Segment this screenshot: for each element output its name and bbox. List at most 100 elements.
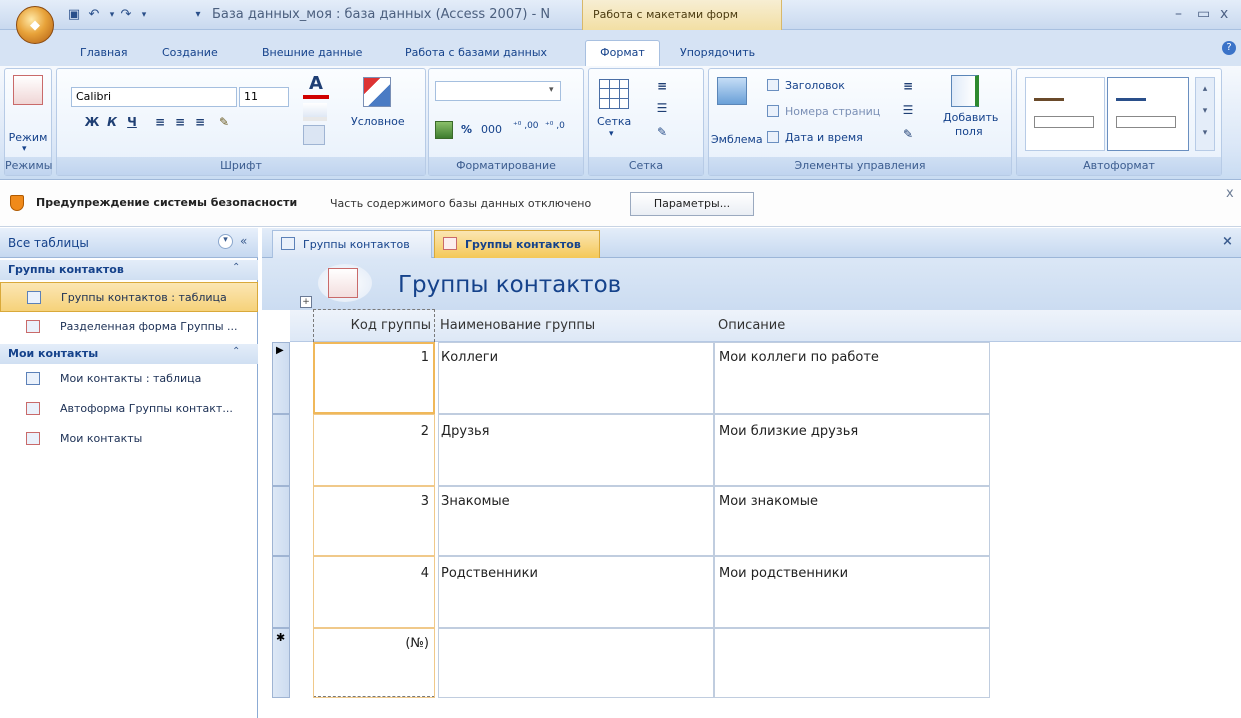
tab-create[interactable]: Создание (162, 46, 218, 59)
office-button[interactable]: ◆ (16, 6, 54, 44)
line-color-icon[interactable]: ✎ (653, 123, 671, 141)
autoformat-scroll[interactable]: ▴ ▾ ▾ (1195, 77, 1215, 151)
autoformat-preview-1[interactable] (1025, 77, 1105, 151)
font-group: Calibri 11 A Условное Ж К Ч ≡ ≡ ≡ ✎ Шриф… (56, 68, 426, 176)
number-format-dropdown-icon[interactable]: ▾ (549, 85, 554, 95)
redo-icon[interactable]: ↷ (118, 7, 134, 23)
controls-group: Эмблема Заголовок Номера страниц Дата и … (708, 68, 1012, 176)
id-value: 4 (420, 566, 429, 581)
nav-item-form[interactable]: Разделенная форма Группы ... (0, 312, 258, 342)
close-security-bar-icon[interactable]: x (1226, 186, 1234, 201)
id-value: 2 (420, 424, 429, 439)
align-right-icon[interactable]: ≡ (191, 113, 209, 131)
tab-home[interactable]: Главная (80, 46, 128, 59)
nav-group-header[interactable]: Мои контакты (0, 344, 258, 364)
record-selector[interactable] (272, 556, 290, 628)
help-icon[interactable]: ? (1222, 41, 1236, 55)
number-format-field[interactable] (435, 81, 561, 101)
preview-field-mark (1034, 116, 1094, 128)
nav-item-label: Мои контакты (60, 432, 143, 445)
page-numbers-button[interactable]: Номера страниц (785, 105, 880, 118)
date-time-button[interactable]: Дата и время (785, 131, 863, 144)
new-record-marker: ✱ (276, 631, 286, 644)
collapse-group-icon[interactable]: ⌃ (232, 262, 240, 273)
collapse-nav-icon[interactable]: « (240, 234, 247, 248)
conditional-format-icon (363, 77, 391, 107)
form-icon (26, 320, 40, 333)
thousands-button[interactable]: 000 (481, 123, 502, 136)
grid-dropdown-icon[interactable]: ▾ (609, 129, 614, 139)
conditional-format-button[interactable]: Условное (351, 115, 405, 128)
nav-menu-dropdown-icon[interactable]: ▾ (218, 234, 233, 249)
column-header[interactable]: Описание (718, 318, 785, 333)
collapse-group-icon[interactable]: ⌃ (232, 346, 240, 357)
redo-dropdown-icon[interactable]: ▾ (136, 7, 152, 23)
title-icon (767, 79, 779, 91)
minimize-icon[interactable]: – (1175, 6, 1182, 22)
format-painter-icon[interactable]: ✎ (215, 113, 233, 131)
font-caption: Шрифт (57, 157, 425, 175)
nav-item-form[interactable]: Автоформа Группы контакт... (0, 394, 258, 424)
record-selector[interactable]: ✱ (272, 628, 290, 698)
nav-item-label: Группы контактов : таблица (61, 291, 227, 304)
options-button[interactable]: Параметры... (630, 192, 754, 216)
border-width-icon[interactable]: ☰ (899, 101, 917, 119)
form-icon (26, 402, 40, 415)
restore-icon[interactable]: ▭ (1197, 6, 1210, 22)
name-cell[interactable] (438, 628, 714, 698)
view-dropdown-icon[interactable]: ▾ (22, 144, 27, 154)
align-left-icon[interactable]: ≡ (151, 113, 169, 131)
tab-database-tools[interactable]: Работа с базами данных (405, 46, 547, 59)
border-style-icon[interactable]: ≡ (899, 77, 917, 95)
record-selector[interactable] (272, 486, 290, 556)
nav-item-table[interactable]: Мои контакты : таблица (0, 364, 258, 394)
autoformat-preview-2[interactable] (1107, 77, 1189, 151)
view-button[interactable]: Режим (5, 131, 51, 144)
font-size-field[interactable]: 11 (239, 87, 289, 107)
align-center-icon[interactable]: ≡ (171, 113, 189, 131)
currency-icon[interactable] (435, 121, 453, 139)
decrease-decimals-icon[interactable]: ⁺⁰ ,0 (545, 121, 565, 131)
italic-button[interactable]: К (103, 113, 121, 131)
add-fields-button-2[interactable]: поля (955, 125, 983, 138)
font-name-field[interactable]: Calibri (71, 87, 237, 107)
underline-button[interactable]: Ч (123, 113, 141, 131)
save-icon[interactable]: ▣ (66, 7, 82, 23)
close-icon[interactable]: x (1220, 6, 1228, 22)
logo-button[interactable]: Эмблема (711, 133, 763, 146)
title-button[interactable]: Заголовок (785, 79, 845, 92)
layout-select-icon[interactable]: + (300, 296, 312, 308)
record-selector[interactable]: ▶ (272, 342, 290, 414)
column-header[interactable]: Наименование группы (440, 318, 595, 333)
tab-external-data[interactable]: Внешние данные (262, 46, 362, 59)
column-header[interactable]: Код группы (313, 318, 435, 333)
grid-caption: Сетка (589, 157, 703, 175)
office-logo-icon: ◆ (30, 17, 40, 33)
increase-decimals-icon[interactable]: ⁺⁰ ,00 (513, 121, 539, 131)
tab-arrange[interactable]: Упорядочить (680, 46, 755, 59)
description-cell[interactable] (714, 628, 990, 698)
nav-item-table[interactable]: Группы контактов : таблица (0, 282, 258, 312)
fill-color-icon[interactable] (303, 103, 327, 121)
close-document-icon[interactable]: × (1222, 234, 1233, 249)
nav-item-form[interactable]: Мои контакты (0, 424, 258, 454)
nav-group-header[interactable]: Группы контактов (0, 260, 258, 280)
record-selector[interactable] (272, 414, 290, 486)
add-fields-button[interactable]: Добавить (943, 111, 998, 124)
line-width-icon[interactable]: ☰ (653, 99, 671, 117)
tab-format[interactable]: Формат (585, 40, 660, 66)
line-style-icon[interactable]: ≡ (653, 77, 671, 95)
doc-tab-table[interactable]: Группы контактов (272, 230, 432, 258)
add-fields-icon (951, 75, 979, 107)
bold-button[interactable]: Ж (83, 113, 101, 131)
font-color-icon[interactable]: A (303, 73, 329, 99)
grid-button[interactable]: Сетка (597, 115, 631, 128)
doc-tab-form[interactable]: Группы контактов (434, 230, 600, 258)
undo-icon[interactable]: ↶ (86, 7, 102, 23)
logo-icon (717, 77, 747, 105)
customize-qat-icon[interactable]: ▾ (190, 7, 206, 23)
gridline-icon[interactable] (303, 125, 325, 145)
percent-button[interactable]: % (461, 123, 472, 136)
border-color-icon[interactable]: ✎ (899, 125, 917, 143)
current-record-marker: ▶ (276, 345, 284, 356)
